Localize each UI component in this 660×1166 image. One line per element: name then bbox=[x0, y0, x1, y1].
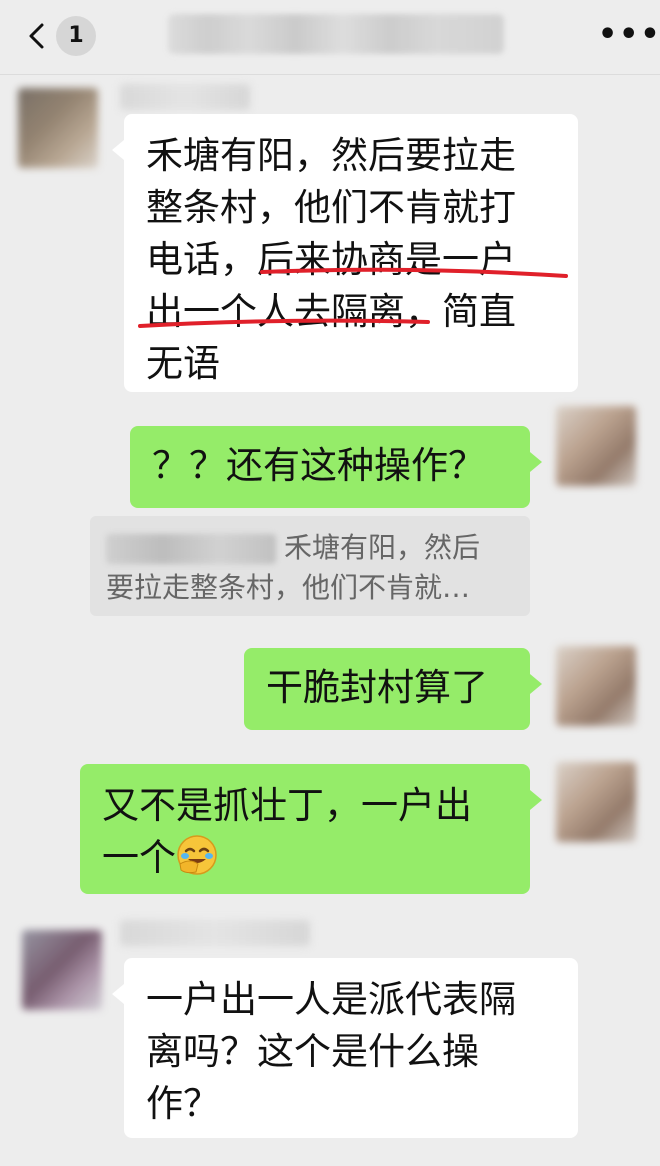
avatar-self[interactable] bbox=[556, 406, 636, 486]
message-bubble-received[interactable]: 禾塘有阳，然后要拉走 整条村，他们不肯就打 电话，后来协商是一户 出一个人去隔离… bbox=[112, 114, 578, 392]
more-dots-icon[interactable]: ••• bbox=[598, 20, 660, 50]
unread-count-badge[interactable]: 1 bbox=[56, 16, 96, 56]
sender-name-blurred bbox=[120, 84, 250, 110]
message-line: 又不是抓壮丁，一户出 bbox=[102, 784, 472, 827]
quote-line: 要拉走整条村，他们不肯就… bbox=[106, 571, 471, 604]
face-palm-laughing-icon bbox=[177, 835, 217, 875]
message-line: 出一个人去隔离，简直 bbox=[146, 290, 516, 333]
message-line: 一户出一人是派代表隔 bbox=[146, 978, 516, 1021]
message-bubble-received[interactable]: 一户出一人是派代表隔 离吗？这个是什么操 作？ bbox=[112, 958, 578, 1138]
message-line: 无语 bbox=[146, 342, 220, 385]
message-line: 电话，后来协商是一户 bbox=[146, 238, 516, 281]
message-line: 作？ bbox=[146, 1082, 220, 1125]
quote-text: 禾塘有阳，然后 bbox=[284, 531, 481, 564]
sender-name-blurred bbox=[120, 920, 310, 946]
message-text: 一个 bbox=[102, 836, 176, 879]
message-line: 离吗？这个是什么操 bbox=[146, 1030, 479, 1073]
avatar-self[interactable] bbox=[556, 646, 636, 726]
quote-line: 禾塘有阳，然后 bbox=[106, 528, 514, 568]
chevron-left-icon[interactable] bbox=[24, 22, 52, 50]
message-text: 干脆封村算了 bbox=[266, 666, 488, 709]
quoted-message[interactable]: 禾塘有阳，然后 要拉走整条村，他们不肯就… bbox=[90, 516, 530, 616]
message-bubble-sent[interactable]: 又不是抓壮丁，一户出 一个 bbox=[80, 764, 542, 894]
avatar-self[interactable] bbox=[556, 762, 636, 842]
message-bubble-sent[interactable]: ？？还有这种操作？ bbox=[130, 426, 542, 508]
avatar[interactable] bbox=[18, 88, 98, 168]
chat-header: 1 ••• bbox=[0, 0, 660, 75]
message-line: 禾塘有阳，然后要拉走 bbox=[146, 134, 516, 177]
quote-sender-blurred bbox=[106, 534, 276, 564]
message-bubble-sent[interactable]: 干脆封村算了 bbox=[244, 648, 542, 730]
message-line: 整条村，他们不肯就打 bbox=[146, 186, 516, 229]
message-text: ？？还有这种操作？ bbox=[152, 444, 485, 487]
avatar[interactable] bbox=[22, 930, 102, 1010]
message-line: 一个 bbox=[102, 832, 508, 884]
chat-title-blurred bbox=[168, 14, 504, 54]
